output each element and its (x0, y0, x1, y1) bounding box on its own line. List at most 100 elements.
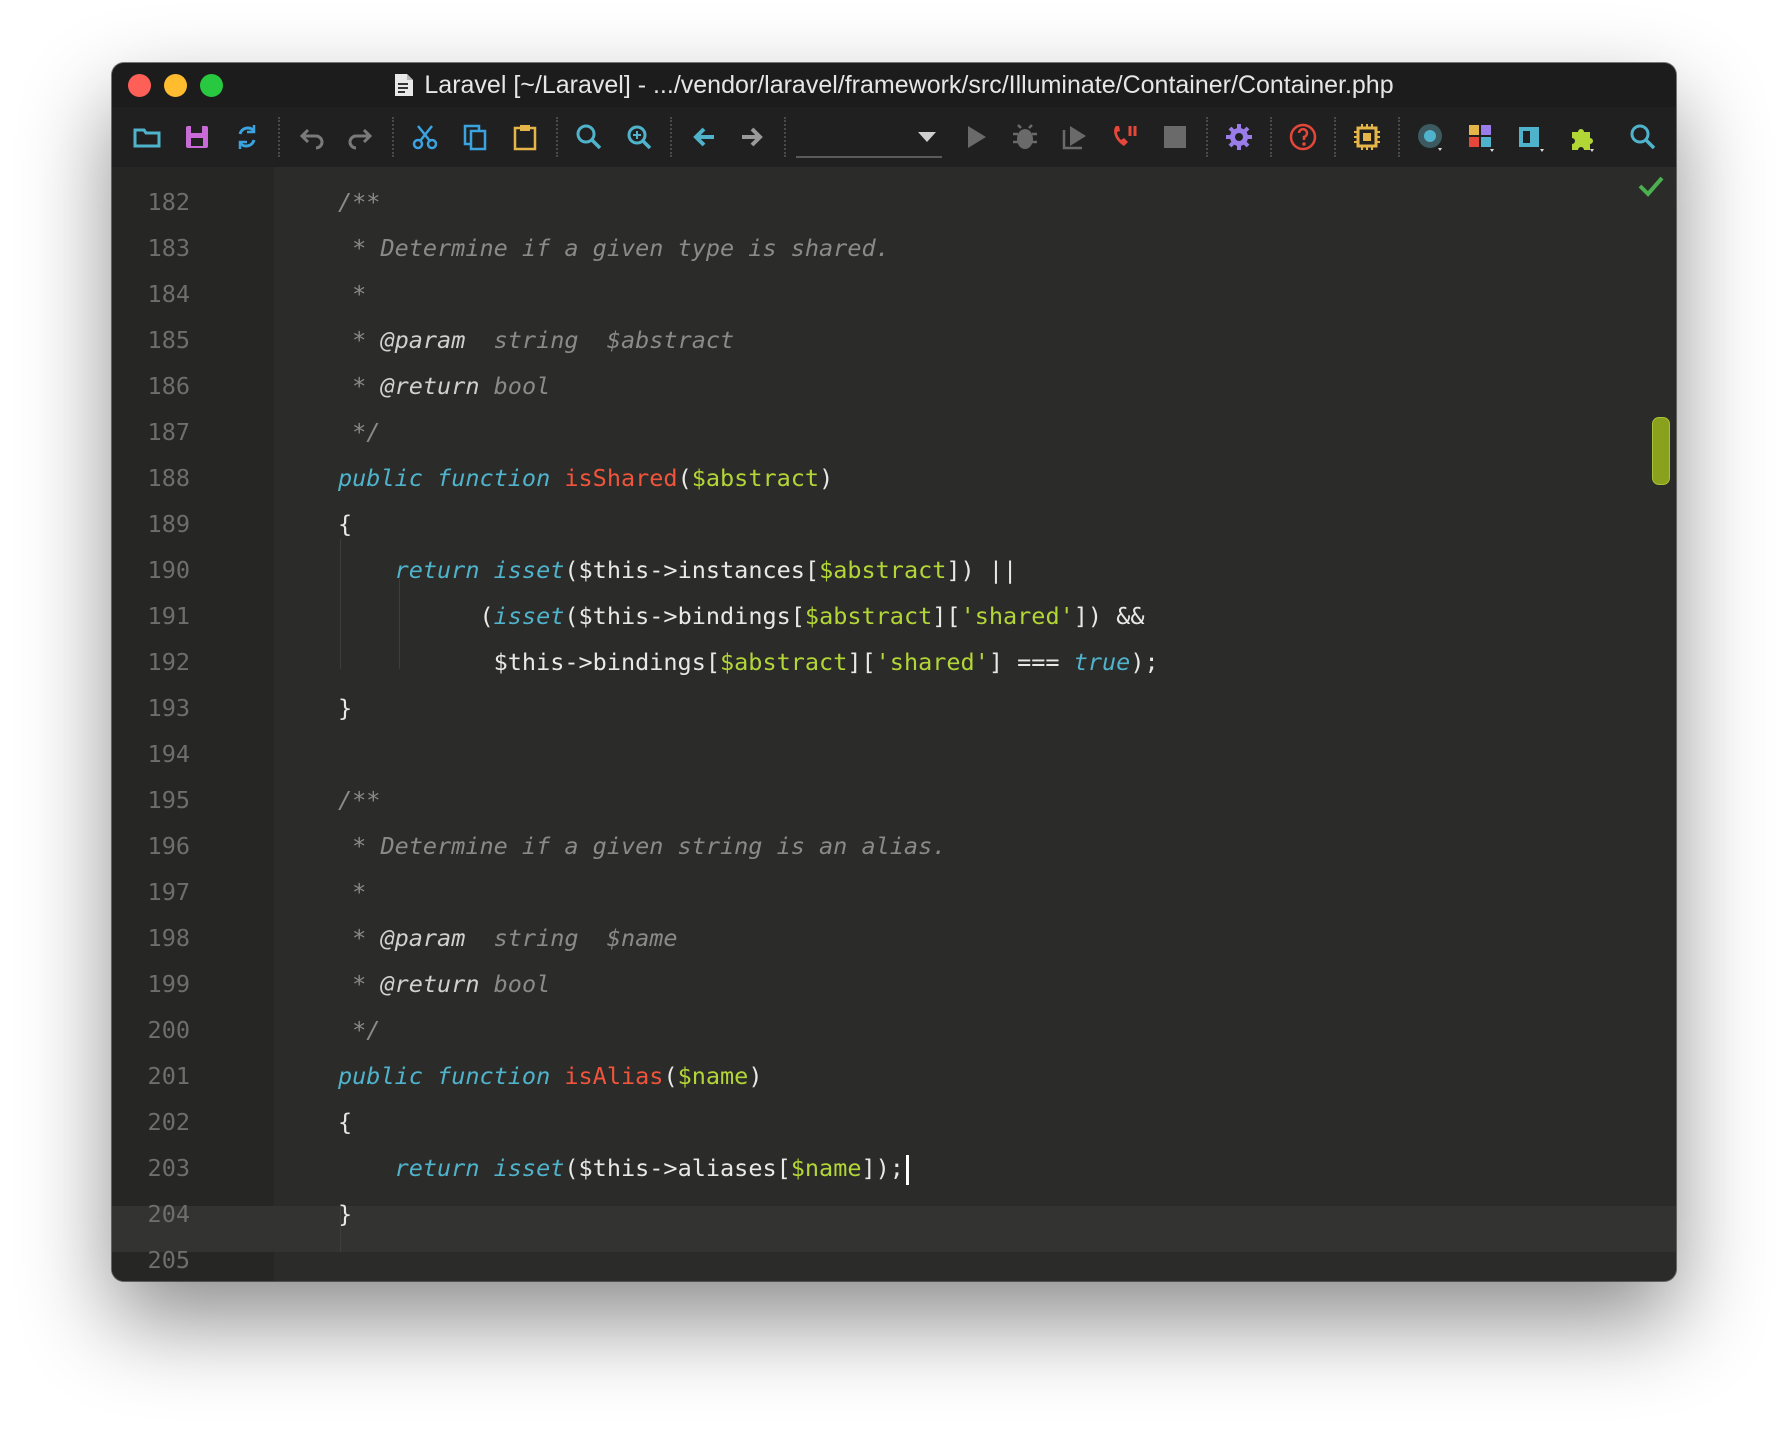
code-line[interactable]: 189 { (112, 501, 1676, 547)
code-line[interactable]: 192 $this->bindings[$abstract]['shared']… (112, 639, 1676, 685)
code-line[interactable]: 183 * Determine if a given type is share… (112, 225, 1676, 271)
ide-window: Laravel [~/Laravel] - .../vendor/laravel… (112, 63, 1676, 1281)
code-token: isShared (564, 464, 678, 492)
line-number: 182 (147, 188, 190, 216)
code-line[interactable]: 201 public function isAlias($name) (112, 1053, 1676, 1099)
code-token: $name (677, 1062, 749, 1090)
indent-guide (340, 539, 341, 669)
back-icon[interactable] (678, 115, 728, 159)
code-token: * (338, 280, 367, 308)
help-icon[interactable] (1278, 115, 1328, 159)
code-line[interactable]: 203 return isset($this->aliases[$name]); (112, 1145, 1676, 1191)
code-line[interactable]: 197 * (112, 869, 1676, 915)
close-window-button[interactable] (128, 74, 151, 97)
code-line[interactable]: 196 * Determine if a given string is an … (112, 823, 1676, 869)
code-line[interactable]: 202 { (112, 1099, 1676, 1145)
code-line[interactable]: 185 * @param string $abstract (112, 317, 1676, 363)
sdk-icon[interactable] (1342, 115, 1392, 159)
find-icon[interactable] (564, 115, 614, 159)
code-line[interactable]: 191 (isset($this->bindings[$abstract]['s… (112, 593, 1676, 639)
project-icon[interactable] (1506, 115, 1556, 159)
code-token: $abstract (804, 602, 933, 630)
code-text: /** (338, 179, 380, 225)
window-title: Laravel [~/Laravel] - .../vendor/laravel… (424, 70, 1394, 99)
code-text: * @param string $name (338, 915, 677, 961)
run-icon[interactable] (950, 115, 1000, 159)
code-line[interactable]: 188 public function isShared($abstract) (112, 455, 1676, 501)
code-token: function (437, 464, 551, 492)
toolbar-separator (278, 117, 280, 157)
open-folder-icon[interactable] (122, 115, 172, 159)
run-configuration-dropdown[interactable] (796, 116, 942, 158)
code-token: ( (677, 464, 692, 492)
toolbar-separator (1398, 117, 1400, 157)
line-number: 183 (147, 234, 190, 262)
debug-icon[interactable] (1000, 115, 1050, 159)
undo-icon[interactable] (286, 115, 336, 159)
vcs-icon[interactable] (1406, 115, 1456, 159)
code-text: * @return bool (338, 363, 550, 409)
replace-icon[interactable] (614, 115, 664, 159)
copy-icon[interactable] (450, 115, 500, 159)
code-token: string $abstract (465, 326, 735, 354)
document-icon (394, 73, 414, 97)
code-line[interactable]: 190 return isset($this->instances[$abstr… (112, 547, 1676, 593)
window-title-group: Laravel [~/Laravel] - .../vendor/laravel… (394, 70, 1394, 100)
run-coverage-icon[interactable] (1050, 115, 1100, 159)
line-number: 201 (147, 1062, 190, 1090)
check-icon (1638, 175, 1664, 202)
settings-icon[interactable] (1214, 115, 1264, 159)
code-line[interactable]: 184 * (112, 271, 1676, 317)
redo-icon[interactable] (336, 115, 386, 159)
code-line[interactable]: 193} (112, 685, 1676, 731)
code-text: * (338, 869, 366, 915)
code-line[interactable]: 198 * @param string $name (112, 915, 1676, 961)
code-token: true (1073, 648, 1131, 676)
line-number: 187 (147, 418, 190, 446)
code-token: ][ (847, 648, 876, 676)
code-text: } (338, 685, 352, 731)
listen-debug-icon[interactable] (1100, 115, 1150, 159)
scrollbar-thumb[interactable] (1652, 417, 1670, 485)
toolbar-separator (1270, 117, 1272, 157)
save-icon[interactable] (172, 115, 222, 159)
structure-icon[interactable] (1456, 115, 1506, 159)
code-token: * (338, 878, 367, 906)
code-token: ) (819, 464, 834, 492)
code-line[interactable]: 187 */ (112, 409, 1676, 455)
code-token: function (437, 1062, 551, 1090)
code-token: @return (380, 970, 480, 998)
stop-icon[interactable] (1150, 115, 1200, 159)
code-line[interactable]: 200 */ (112, 1007, 1676, 1053)
line-number: 195 (147, 786, 190, 814)
cut-icon[interactable] (400, 115, 450, 159)
paste-icon[interactable] (500, 115, 550, 159)
sync-icon[interactable] (222, 115, 272, 159)
code-line[interactable]: 182 /** (112, 179, 1676, 225)
line-number: 200 (147, 1016, 190, 1044)
code-line[interactable]: 204} (112, 1191, 1676, 1237)
code-text: * (338, 271, 366, 317)
code-line[interactable]: 186 * @return bool (112, 363, 1676, 409)
minimize-window-button[interactable] (164, 74, 187, 97)
code-token: } (338, 694, 353, 722)
indent-guide (399, 579, 400, 669)
plugins-icon[interactable] (1556, 115, 1606, 159)
search-everywhere-icon[interactable] (1618, 115, 1668, 159)
forward-icon[interactable] (728, 115, 778, 159)
code-token: $abstract (691, 464, 820, 492)
code-line[interactable]: 194 (112, 731, 1676, 777)
code-line[interactable]: 205 (112, 1237, 1676, 1281)
code-line[interactable]: 195 /** (112, 777, 1676, 823)
toolbar-separator (1334, 117, 1336, 157)
code-editor[interactable]: 182 /** 183 * Determine if a given type is… (112, 167, 1676, 1281)
code-line[interactable]: 199 * @return bool (112, 961, 1676, 1007)
code-token: 'shared' (875, 648, 989, 676)
line-number: 185 (147, 326, 190, 354)
code-token: @return (380, 372, 480, 400)
code-text: (isset($this->bindings[$abstract]['share… (338, 593, 1144, 639)
maximize-window-button[interactable] (200, 74, 223, 97)
